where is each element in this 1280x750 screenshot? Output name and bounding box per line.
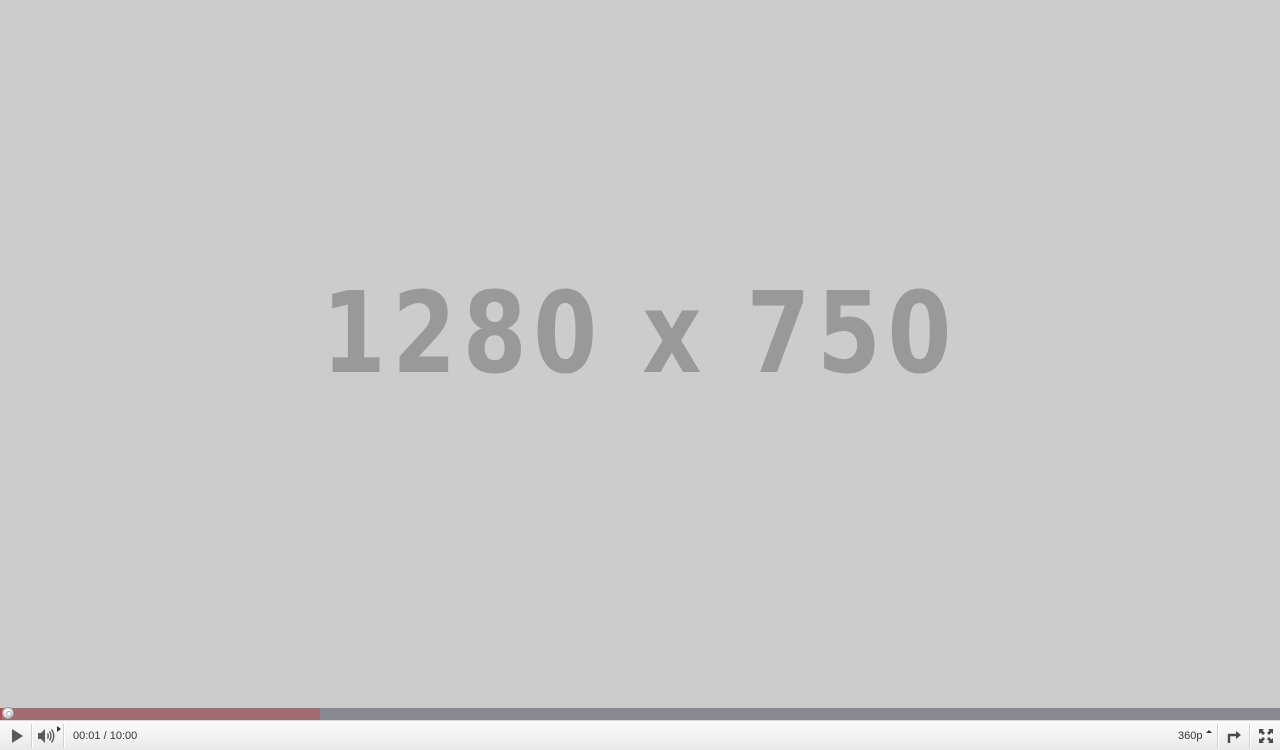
play-button[interactable] — [0, 721, 31, 750]
video-player: 1280 x 750 00:01 / 10:00 360p — [0, 0, 1280, 750]
current-time: 00:01 — [73, 730, 101, 742]
separator — [1249, 724, 1250, 748]
volume-icon — [38, 728, 55, 743]
popout-button[interactable] — [1219, 721, 1249, 750]
separator — [1217, 724, 1218, 748]
time-display: 00:01 / 10:00 — [73, 721, 137, 750]
quality-label: 360p — [1178, 730, 1203, 742]
control-bar: 00:01 / 10:00 360p — [0, 720, 1280, 750]
duration: 10:00 — [109, 730, 138, 742]
separator — [63, 724, 64, 748]
fullscreen-button[interactable] — [1251, 721, 1280, 750]
fullscreen-icon — [1258, 728, 1273, 743]
quality-selector[interactable]: 360p — [1170, 721, 1216, 750]
time-separator: / — [100, 730, 110, 742]
volume-expand-icon[interactable] — [57, 726, 61, 732]
video-placeholder-text: 1280 x 750 — [321, 269, 959, 399]
progress-loaded — [0, 708, 320, 720]
play-icon — [11, 728, 23, 743]
video-area[interactable]: 1280 x 750 — [0, 0, 1280, 708]
popout-icon — [1227, 730, 1241, 743]
caret-up-icon — [1206, 730, 1212, 733]
scrubber-handle[interactable] — [2, 707, 14, 719]
progress-bar[interactable] — [0, 707, 1280, 720]
